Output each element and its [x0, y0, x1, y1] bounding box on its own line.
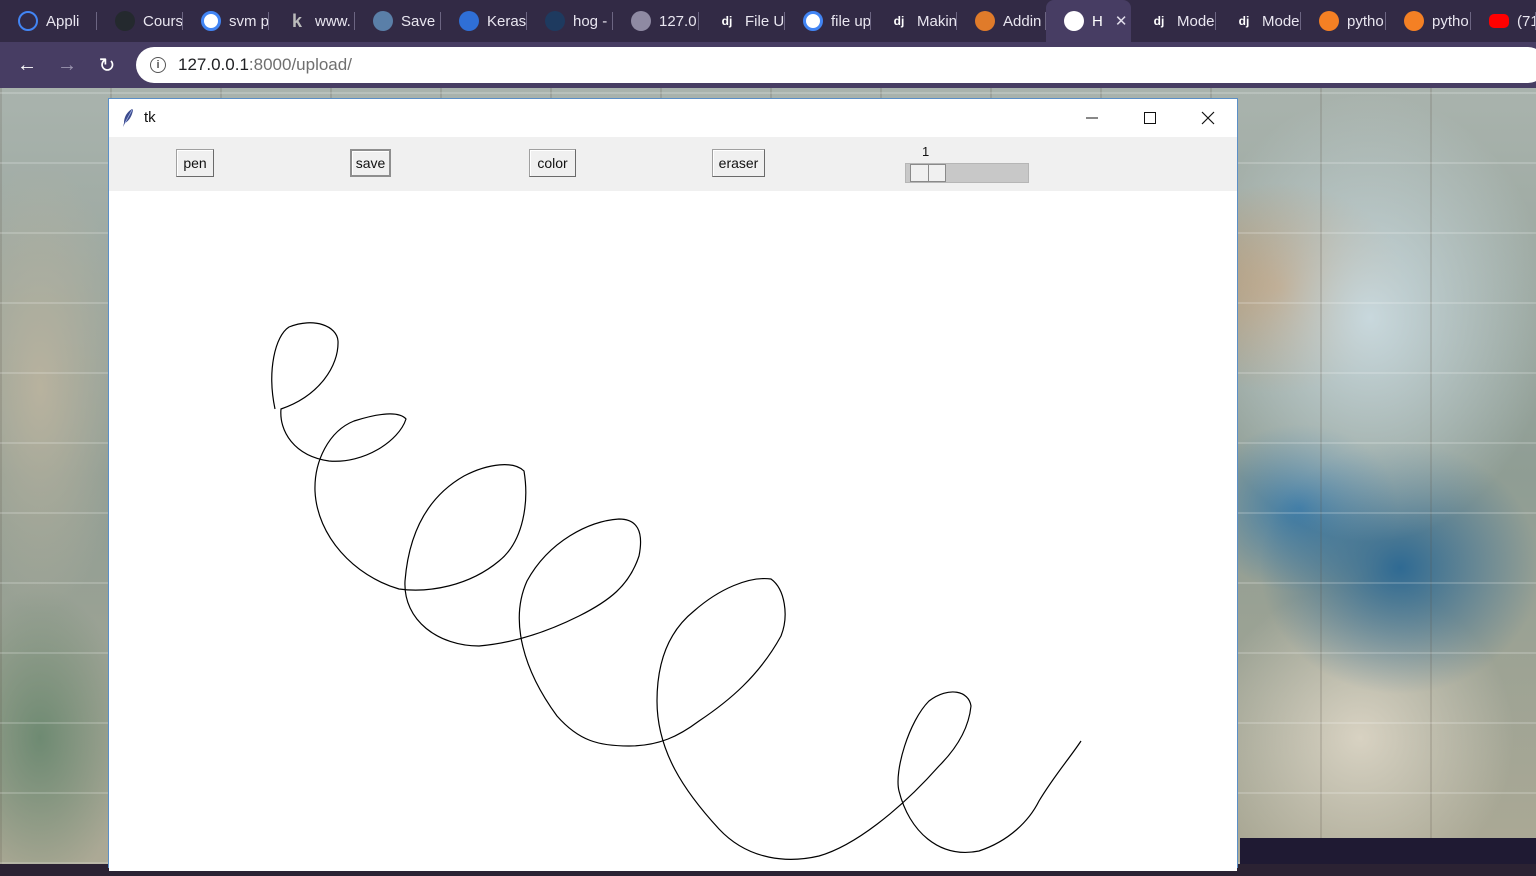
save-button[interactable]: save: [350, 149, 391, 177]
globe-icon: [631, 11, 651, 31]
browser-tab[interactable]: 127.0: [613, 0, 699, 42]
tool-bar: pen save color eraser 1: [109, 137, 1237, 191]
tab-title: pytho: [1347, 12, 1384, 30]
browser-tab[interactable]: Appli: [0, 0, 97, 42]
brush-size-slider[interactable]: [905, 163, 1029, 183]
tab-strip: Appli Cours svm p k www. Save Keras hog -127.0 d…: [0, 0, 1536, 42]
browser-tab[interactable]: svm p: [183, 0, 269, 42]
tab-title: (71): [1517, 12, 1536, 30]
floppy-icon: [373, 11, 393, 31]
minimize-button[interactable]: [1063, 99, 1121, 137]
browser-tab[interactable]: dj File U: [699, 0, 785, 42]
tab-title: svm p: [229, 12, 269, 30]
browser-tab[interactable]: hog -: [527, 0, 613, 42]
django-icon: dj: [1238, 14, 1250, 28]
tab-title: Keras: [487, 12, 527, 30]
tab-title: file up: [831, 12, 871, 30]
minimize-icon: [1086, 117, 1098, 119]
tab-title: H: [1092, 12, 1103, 30]
drawing-canvas[interactable]: [109, 191, 1237, 871]
tk-feather-icon: [123, 109, 133, 127]
pen-button[interactable]: pen: [176, 149, 214, 177]
slider-thumb[interactable]: [910, 164, 946, 182]
eraser-button[interactable]: eraser: [712, 149, 765, 177]
browser-tab[interactable]: dj Mode: [1216, 0, 1301, 42]
close-icon: [1201, 111, 1215, 125]
back-button[interactable]: ←: [12, 50, 42, 80]
info-icon[interactable]: i: [150, 57, 166, 73]
django-icon: dj: [1153, 14, 1165, 28]
tab-title: 127.0: [659, 12, 697, 30]
starfield-strip: [1240, 838, 1536, 864]
drawing-surface: [271, 322, 1082, 860]
address-bar[interactable]: i 127.0.0.1:8000/upload/: [136, 47, 1536, 83]
browser-tab[interactable]: file up: [785, 0, 871, 42]
tab-title: File U: [745, 12, 785, 30]
close-button[interactable]: [1179, 99, 1237, 137]
window-title: tk: [144, 109, 156, 126]
browser-tab[interactable]: k www.: [269, 0, 355, 42]
tab-title: hog -: [573, 12, 608, 30]
tab-title: Makin: [917, 12, 957, 30]
django-icon: dj: [893, 14, 905, 28]
color-button[interactable]: color: [529, 149, 576, 177]
google-icon: [201, 11, 221, 31]
django-icon: dj: [721, 14, 733, 28]
browser-toolbar: ← → ↻ i 127.0.0.1:8000/upload/: [0, 42, 1536, 88]
google-icon: [803, 11, 823, 31]
tab-title: Save: [401, 12, 436, 30]
youtube-icon: [1489, 14, 1509, 28]
tk-window: tk pen save color eraser 1: [108, 98, 1238, 871]
browser-tab[interactable]: Cours: [97, 0, 183, 42]
tab-title: Mode: [1177, 12, 1215, 30]
apps-icon: [18, 11, 38, 31]
tab-title: Cours: [143, 12, 183, 30]
browser-tab[interactable]: pytho: [1301, 0, 1386, 42]
k-icon: k: [291, 10, 302, 31]
maximize-icon: [1144, 112, 1156, 124]
globe-icon: [1064, 11, 1084, 31]
brush-size-value: 1: [922, 144, 930, 159]
code-icon: [545, 11, 565, 31]
tab-title: Mode: [1262, 12, 1300, 30]
browser-tab[interactable]: H ✕: [1046, 0, 1131, 42]
keras-icon: [459, 11, 479, 31]
tab-title: Addin: [1003, 12, 1042, 30]
tab-title: pytho: [1432, 12, 1469, 30]
forward-button[interactable]: →: [52, 50, 82, 80]
github-icon: [115, 11, 135, 31]
stackoverflow-icon: [1319, 11, 1339, 31]
window-titlebar[interactable]: tk: [109, 99, 1237, 137]
stackoverflow-icon: [1404, 11, 1424, 31]
browser-tab[interactable]: dj Mode: [1131, 0, 1216, 42]
close-tab-icon[interactable]: ✕: [1115, 12, 1128, 30]
tab-title: www.: [315, 12, 351, 30]
url-host: 127.0.0.1: [178, 55, 249, 74]
freehand-stroke: [271, 322, 1082, 860]
url-path: :8000/upload/: [248, 55, 352, 74]
browser-tab[interactable]: pytho: [1386, 0, 1471, 42]
browser-tab[interactable]: Save: [355, 0, 441, 42]
avatar-icon: [975, 11, 995, 31]
browser-tab[interactable]: Addin: [957, 0, 1046, 42]
browser-tab[interactable]: dj Makin: [871, 0, 957, 42]
maximize-button[interactable]: [1121, 99, 1179, 137]
reload-button[interactable]: ↻: [92, 50, 122, 80]
tab-title: Appli: [46, 12, 80, 30]
browser-tab[interactable]: (71): [1471, 0, 1536, 42]
browser-tab[interactable]: Keras: [441, 0, 527, 42]
